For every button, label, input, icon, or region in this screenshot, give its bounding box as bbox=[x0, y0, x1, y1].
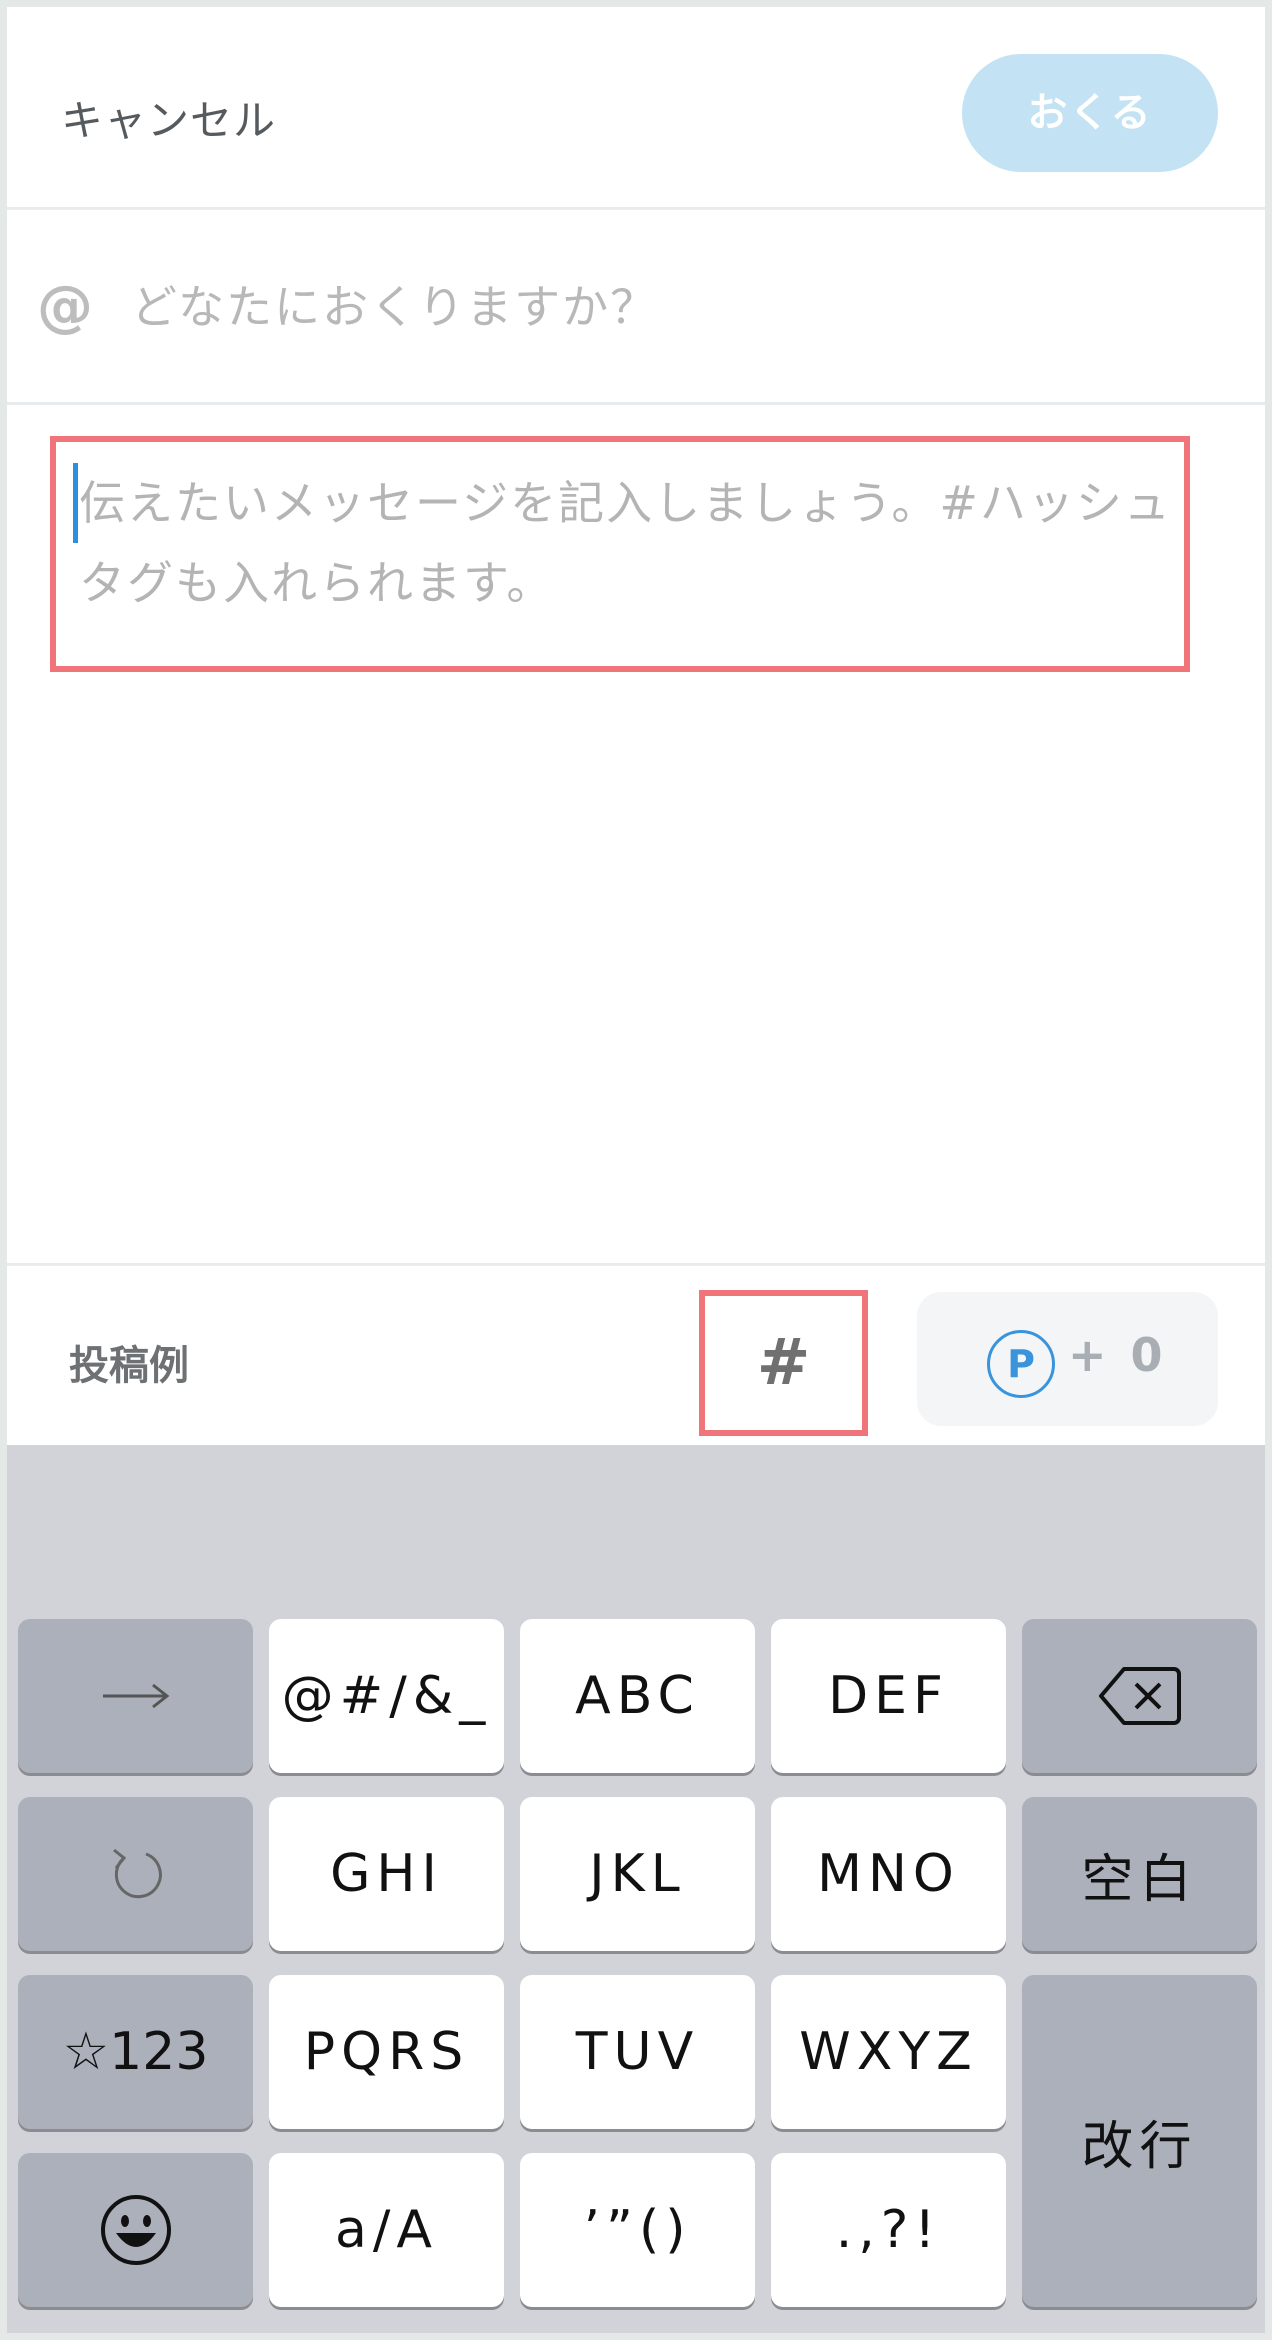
key-symbols[interactable]: @#/&_ bbox=[269, 1619, 504, 1773]
backspace-key[interactable] bbox=[1022, 1619, 1257, 1773]
cancel-button[interactable]: キャンセル bbox=[61, 87, 276, 148]
undo-key[interactable] bbox=[18, 1797, 253, 1951]
points-icon: P bbox=[987, 1330, 1055, 1398]
points-badge[interactable]: P + 0 bbox=[917, 1292, 1218, 1426]
recipient-row: @ bbox=[7, 210, 1265, 405]
key-wxyz[interactable]: WXYZ bbox=[771, 1975, 1006, 2129]
key-quotes[interactable]: ’”() bbox=[520, 2153, 755, 2307]
compose-screen: キャンセル おくる @ 伝えたいメッセージを記入しましょう。#ハッシュタグも入れ… bbox=[7, 7, 1265, 2333]
backspace-icon bbox=[1098, 1667, 1181, 1725]
recipient-input[interactable] bbox=[131, 272, 1131, 342]
number-mode-key[interactable]: ☆123 bbox=[18, 1975, 253, 2129]
key-pqrs[interactable]: PQRS bbox=[269, 1975, 504, 2129]
key-def[interactable]: DEF bbox=[771, 1619, 1006, 1773]
message-input-placeholder[interactable]: 伝えたいメッセージを記入しましょう。#ハッシュタグも入れられます。 bbox=[79, 463, 1179, 623]
send-button[interactable]: おくる bbox=[962, 54, 1218, 172]
key-abc[interactable]: ABC bbox=[520, 1619, 755, 1773]
hashtag-button[interactable]: # bbox=[699, 1290, 868, 1436]
text-caret bbox=[73, 463, 78, 543]
header: キャンセル おくる bbox=[7, 7, 1265, 210]
key-tuv[interactable]: TUV bbox=[520, 1975, 755, 2129]
undo-icon bbox=[112, 1848, 162, 1899]
keyboard: @#/&_ ABC DEF GHI JKL MNO 空白 ☆123 PQRS T… bbox=[7, 1445, 1265, 2333]
key-punctuation[interactable]: .,?! bbox=[771, 2153, 1006, 2307]
return-key[interactable]: 改行 bbox=[1022, 1975, 1257, 2307]
key-mno[interactable]: MNO bbox=[771, 1797, 1006, 1951]
at-icon: @ bbox=[37, 274, 93, 339]
points-value: + 0 bbox=[1068, 1328, 1167, 1382]
bottom-toolbar: 投稿例 # P + 0 bbox=[7, 1263, 1265, 1445]
arrow-key[interactable] bbox=[18, 1619, 253, 1773]
key-jkl[interactable]: JKL bbox=[520, 1797, 755, 1951]
key-ghi[interactable]: GHI bbox=[269, 1797, 504, 1951]
arrow-right-icon bbox=[102, 1683, 169, 1709]
emoji-icon bbox=[100, 2195, 171, 2265]
emoji-key[interactable] bbox=[18, 2153, 253, 2307]
post-examples-button[interactable]: 投稿例 bbox=[69, 1333, 189, 1391]
key-case[interactable]: a/A bbox=[269, 2153, 504, 2307]
space-key[interactable]: 空白 bbox=[1022, 1797, 1257, 1951]
message-area[interactable]: 伝えたいメッセージを記入しましょう。#ハッシュタグも入れられます。 bbox=[7, 405, 1265, 1263]
